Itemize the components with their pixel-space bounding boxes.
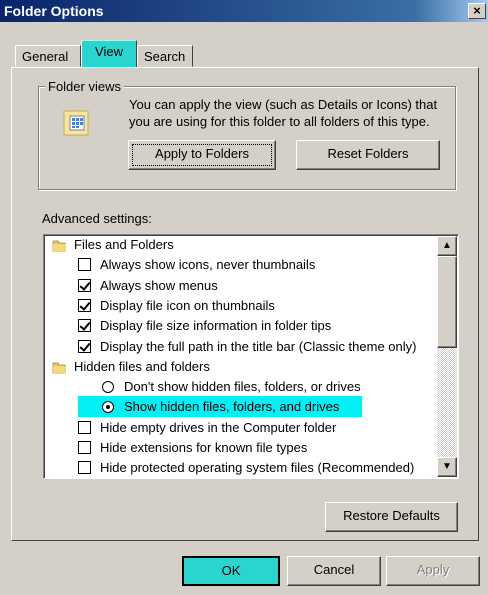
apply-button[interactable]: Apply (386, 556, 480, 586)
settings-row-label: Files and Folders (74, 237, 174, 252)
folder-views-legend: Folder views (45, 79, 124, 94)
checkbox-checked[interactable] (78, 339, 91, 353)
checkbox-unchecked[interactable] (78, 258, 91, 272)
scroll-up-arrow[interactable]: ▲ (437, 236, 457, 256)
apply-to-folders-button[interactable]: Apply to Folders (128, 140, 276, 170)
folder-icon (52, 360, 66, 374)
settings-row[interactable]: Display the full path in the title bar (… (44, 337, 436, 357)
restore-defaults-button[interactable]: Restore Defaults (325, 502, 458, 532)
folder-views-description-2: you are using for this folder to all fol… (129, 114, 430, 129)
settings-row[interactable]: Show hidden files, folders, and drives (44, 397, 436, 417)
close-icon: × (473, 3, 481, 18)
apply-to-folders-label: Apply to Folders (155, 146, 249, 161)
triangle-up-icon: ▲ (442, 240, 452, 251)
tab-label: General (22, 49, 69, 64)
settings-row-label: Display the full path in the title bar (… (100, 338, 417, 354)
settings-row-label: Hide empty drives in the Computer folder (100, 419, 337, 435)
radio-selected[interactable] (102, 401, 114, 414)
triangle-down-icon: ▼ (442, 461, 452, 472)
settings-row[interactable]: Hide empty drives in the Computer folder (44, 418, 436, 438)
radio-unselected[interactable] (102, 381, 114, 394)
advanced-settings-list[interactable]: Files and Folders Always show icons, neve… (43, 234, 459, 479)
settings-row[interactable]: Don't show hidden files, folders, or dri… (44, 377, 436, 397)
settings-row[interactable]: Display file icon on thumbnails (44, 296, 436, 316)
settings-row-label: Display file icon on thumbnails (100, 297, 275, 313)
reset-folders-button[interactable]: Reset Folders (296, 140, 440, 170)
vertical-scrollbar[interactable]: ▲ ▼ (437, 236, 457, 477)
window-title: Folder Options (4, 3, 104, 19)
settings-row-label: Show hidden files, folders, and drives (124, 399, 340, 415)
settings-row[interactable]: Always show menus (44, 276, 436, 296)
tab-search[interactable]: Search (137, 45, 193, 67)
settings-row-label: Always show menus (100, 277, 218, 293)
close-button[interactable]: × (468, 3, 486, 19)
checkbox-checked[interactable] (78, 298, 91, 312)
restore-defaults-label: Restore Defaults (343, 508, 440, 523)
folder-icon (52, 238, 66, 252)
scroll-thumb[interactable] (437, 256, 457, 348)
ok-button[interactable]: OK (182, 556, 280, 586)
ok-label: OK (221, 563, 241, 578)
tab-general[interactable]: General (15, 45, 81, 67)
settings-row[interactable]: Hidden files and folders (44, 357, 436, 377)
settings-row[interactable]: Display file size information in folder … (44, 316, 436, 336)
tab-view[interactable]: View (81, 40, 137, 70)
reset-folders-label: Reset Folders (327, 146, 409, 161)
settings-row[interactable]: Hide extensions for known file types (44, 438, 436, 458)
settings-row-label: Always show icons, never thumbnails (100, 257, 316, 273)
folder-views-icon (63, 110, 89, 136)
cancel-label: Cancel (313, 562, 355, 577)
settings-row[interactable]: Files and Folders (44, 235, 436, 255)
settings-row-label: Hidden files and folders (74, 358, 210, 374)
settings-row-label: Don't show hidden files, folders, or dri… (124, 379, 361, 395)
cancel-button[interactable]: Cancel (287, 556, 381, 586)
advanced-settings-label: Advanced settings: (42, 211, 152, 226)
settings-row-label: Hide extensions for known file types (100, 440, 308, 455)
tab-label: Search (144, 49, 186, 64)
settings-row-label: Hide protected operating system files (R… (100, 460, 415, 476)
checkbox-unchecked[interactable] (78, 441, 91, 454)
settings-row[interactable]: Hide protected operating system files (R… (44, 458, 436, 478)
scroll-down-arrow[interactable]: ▼ (437, 457, 457, 477)
checkbox-checked[interactable] (78, 319, 91, 333)
checkbox-checked[interactable] (78, 278, 91, 292)
checkbox-unchecked[interactable] (78, 461, 91, 475)
folder-views-description-1: You can apply the view (such as Details … (129, 97, 438, 112)
apply-label: Apply (416, 562, 450, 577)
settings-row-label: Display file size information in folder … (100, 318, 332, 334)
checkbox-unchecked[interactable] (78, 420, 91, 434)
settings-row[interactable]: Always show icons, never thumbnails (44, 255, 436, 275)
tab-label: View (95, 44, 123, 59)
title-bar[interactable]: Folder Options × (0, 0, 488, 22)
